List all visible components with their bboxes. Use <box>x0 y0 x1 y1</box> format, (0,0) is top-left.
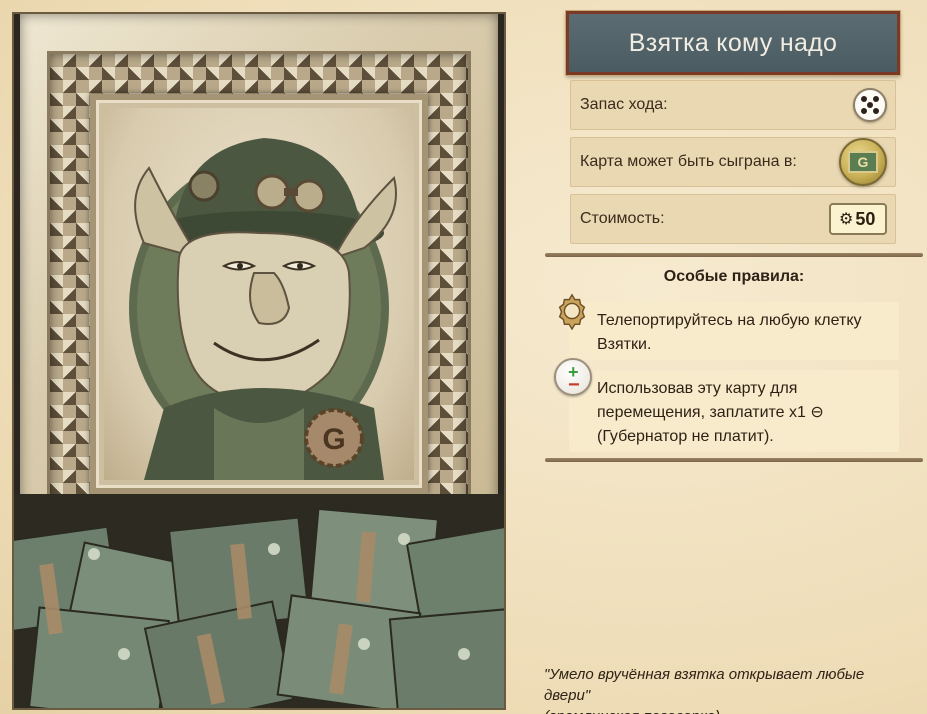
card-title: Взятка кому надо <box>628 28 838 57</box>
gremlin-portrait: G <box>104 108 414 480</box>
coin-location-icon: G <box>839 138 887 186</box>
card-artwork: G <box>12 12 506 710</box>
flavor-quote-line-1: "Умело вручённая взятка открывает любые … <box>544 666 865 704</box>
portrait-mat: G <box>90 94 428 494</box>
divider-bottom <box>545 458 923 462</box>
move-label: Запас хода: <box>580 96 668 113</box>
cost-badge: ⚙ 50 <box>829 203 887 235</box>
flavor-quote: "Умело вручённая взятка открывает любые … <box>544 664 914 714</box>
special-rule-2-text: Использовав эту карту для перемещения, з… <box>597 380 824 445</box>
stat-row-move: Запас хода: <box>570 80 896 130</box>
cost-value: 50 <box>855 208 876 229</box>
card-view: G Взятка кому надо Запас хода: Карта мож… <box>0 0 927 714</box>
stat-row-play-location: Карта может быть сыграна в: G <box>570 137 896 187</box>
gear-icon <box>553 292 591 331</box>
divider-top <box>545 253 923 257</box>
picture-frame: G <box>20 14 498 554</box>
plus-minus-icon: + − <box>554 358 592 396</box>
stat-row-cost: Стоимость: ⚙ 50 <box>570 194 896 244</box>
flavor-quote-line-2: (гремлинская поговорка). <box>544 706 914 714</box>
svg-text:G: G <box>322 423 345 456</box>
special-rule-1-text: Телепортируйтесь на любую клетку Взятки. <box>597 312 862 353</box>
gold-coin-icon: ⚙ <box>839 211 854 228</box>
coin-location-glyph: G <box>848 151 878 173</box>
card-title-bar: Взятка кому надо <box>566 11 900 75</box>
play-location-label: Карта может быть сыграна в: <box>580 153 797 170</box>
special-rules-heading: Особые правила: <box>663 268 805 285</box>
cost-label: Стоимость: <box>580 210 665 227</box>
dice-icon <box>853 88 887 122</box>
special-rule-1: Телепортируйтесь на любую клетку Взятки. <box>569 302 899 360</box>
special-rule-2: Использовав эту карту для перемещения, з… <box>569 370 899 452</box>
money-pile <box>14 494 504 708</box>
